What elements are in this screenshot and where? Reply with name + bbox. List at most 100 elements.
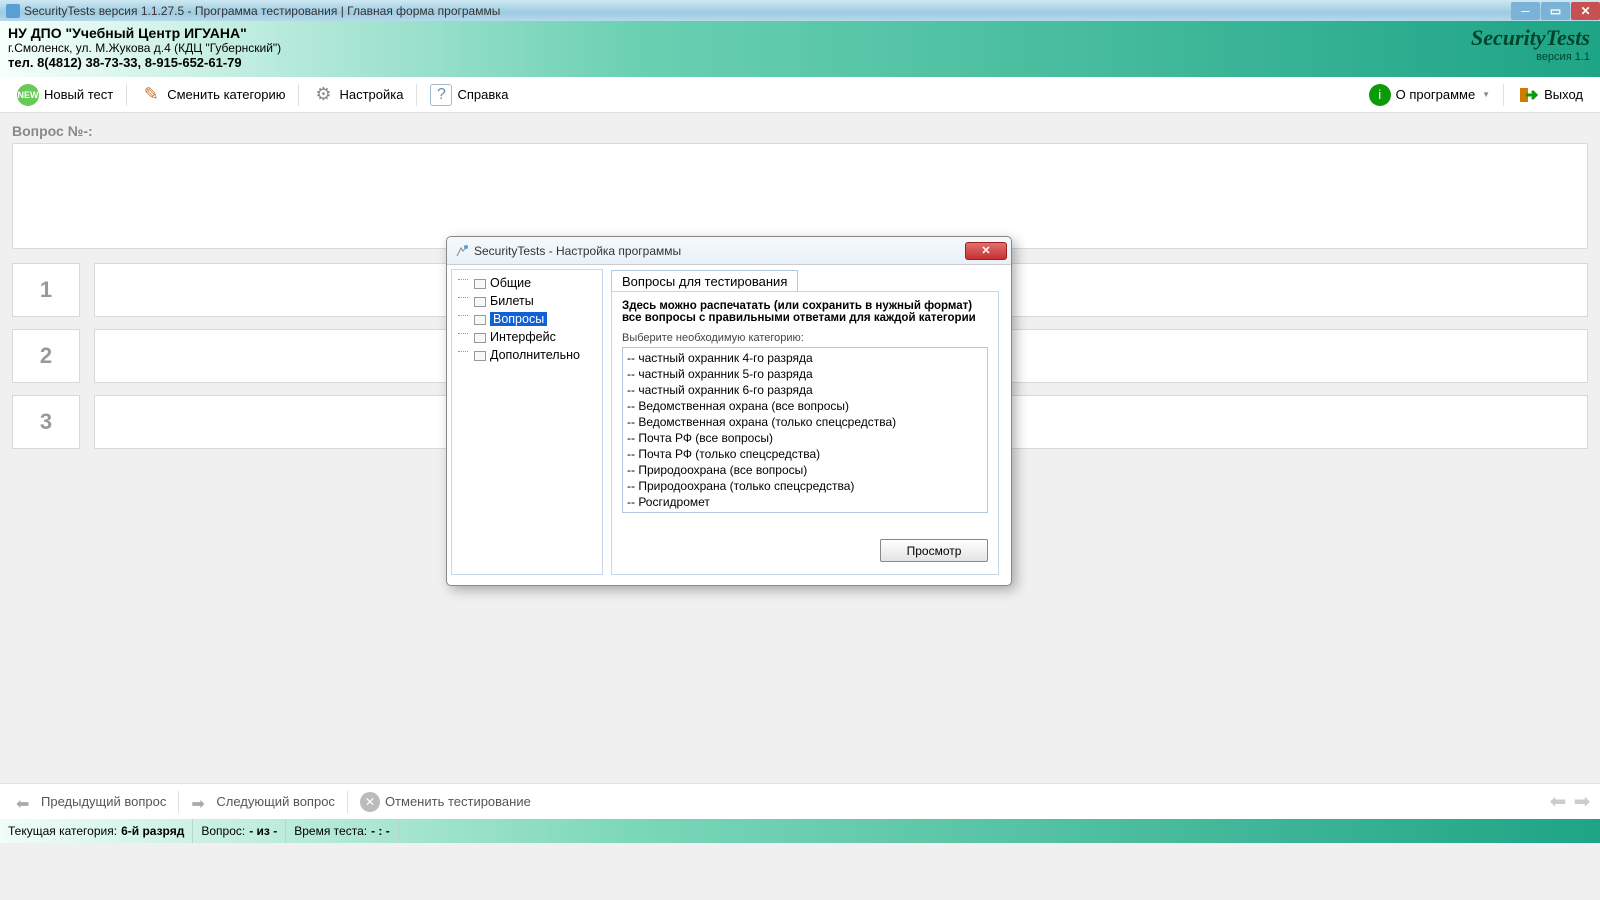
tree-item-label: Общие — [490, 276, 531, 290]
new-icon: NEW — [17, 84, 39, 106]
org-phone: тел. 8(4812) 38-73-33, 8-915-652-61-79 — [8, 55, 281, 70]
new-test-button[interactable]: NEW Новый тест — [6, 81, 124, 109]
app-icon — [6, 4, 20, 18]
page-icon — [474, 333, 486, 343]
status-category: Текущая категория: 6-й разряд — [0, 819, 193, 843]
cancel-test-button[interactable]: ✕ Отменить тестирование — [350, 790, 541, 814]
question-box — [12, 143, 1588, 249]
question-label: Вопрос №-: — [12, 123, 1588, 139]
category-item[interactable]: -- Почта РФ (все вопросы) — [627, 430, 983, 446]
status-q-value: - из - — [249, 824, 277, 838]
page-icon — [474, 351, 486, 361]
status-cat-value: 6-й разряд — [121, 824, 184, 838]
separator — [347, 791, 348, 813]
gear-icon: ⚙ — [312, 84, 334, 106]
about-button[interactable]: i О программе ▼ — [1358, 81, 1501, 109]
brand-block: SecurityTests версия 1.1 — [1471, 25, 1590, 77]
tree-item-билеты[interactable]: Билеты — [454, 292, 600, 310]
dialog-title: SecurityTests - Настройка программы — [474, 244, 965, 258]
settings-dialog: SecurityTests - Настройка программы ✕ Об… — [446, 236, 1012, 586]
settings-label: Настройка — [339, 87, 403, 102]
status-q-label: Вопрос: — [201, 824, 245, 838]
next-question-label: Следующий вопрос — [216, 794, 335, 809]
status-question: Вопрос: - из - — [193, 819, 286, 843]
status-time-value: - : - — [371, 824, 390, 838]
brand-logo: SecurityTests — [1471, 25, 1590, 51]
dialog-icon — [455, 244, 469, 258]
tree-item-дополнительно[interactable]: Дополнительно — [454, 346, 600, 364]
arrow-left-icon: ⬅ — [16, 794, 36, 810]
tab-questions[interactable]: Вопросы для тестирования — [611, 270, 798, 292]
category-item[interactable]: -- Ведомственная охрана (только спецсред… — [627, 414, 983, 430]
page-next-button[interactable]: ➡ — [1570, 792, 1594, 812]
status-cat-label: Текущая категория: — [8, 824, 117, 838]
category-item[interactable]: -- Росгидромет — [627, 494, 983, 510]
help-label: Справка — [457, 87, 508, 102]
window-maximize-button[interactable]: ▭ — [1541, 2, 1570, 20]
page-icon — [474, 279, 486, 289]
page-icon — [474, 315, 486, 325]
close-icon: ✕ — [360, 792, 380, 812]
status-time-label: Время теста: — [294, 824, 367, 838]
arrow-right-icon: ➡ — [191, 794, 211, 810]
separator — [178, 791, 179, 813]
settings-right-pane: Вопросы для тестирования Здесь можно рас… — [603, 269, 1007, 575]
org-info: НУ ДПО "Учебный Центр ИГУАНА" г.Смоленск… — [8, 25, 281, 77]
pencil-icon: ✎ — [140, 84, 162, 106]
tree-item-вопросы[interactable]: Вопросы — [454, 310, 600, 328]
dialog-close-button[interactable]: ✕ — [965, 242, 1007, 260]
separator — [416, 84, 417, 106]
change-category-label: Сменить категорию — [167, 87, 285, 102]
answer-number: 2 — [12, 329, 80, 383]
separator — [298, 84, 299, 106]
separator — [126, 84, 127, 106]
category-listbox[interactable]: -- частный охранник 4-го разряда-- частн… — [622, 347, 988, 513]
new-test-label: Новый тест — [44, 87, 113, 102]
window-close-button[interactable]: ✕ — [1571, 2, 1600, 20]
category-item[interactable]: -- Природоохрана (только спецсредства) — [627, 478, 983, 494]
chevron-down-icon: ▼ — [1482, 90, 1490, 99]
dialog-titlebar[interactable]: SecurityTests - Настройка программы ✕ — [447, 237, 1011, 265]
tree-item-label: Интерфейс — [490, 330, 556, 344]
pane-description: Здесь можно распечатать (или сохранить в… — [622, 300, 988, 324]
window-title: SecurityTests версия 1.1.27.5 - Программ… — [24, 4, 1510, 18]
category-item[interactable]: -- Центробанк, Сбербанк, Инкассация, Спе… — [627, 510, 983, 513]
category-item[interactable]: -- частный охранник 5-го разряда — [627, 366, 983, 382]
help-icon: ? — [430, 84, 452, 106]
next-question-button[interactable]: ➡ Следующий вопрос — [181, 792, 345, 812]
exit-icon — [1517, 84, 1539, 106]
tree-item-общие[interactable]: Общие — [454, 274, 600, 292]
category-item[interactable]: -- Почта РФ (только спецсредства) — [627, 446, 983, 462]
change-category-button[interactable]: ✎ Сменить категорию — [129, 81, 296, 109]
bottom-navbar: ⬅ Предыдущий вопрос ➡ Следующий вопрос ✕… — [0, 783, 1600, 819]
help-button[interactable]: ? Справка — [419, 81, 519, 109]
tree-item-label: Дополнительно — [490, 348, 580, 362]
separator — [1503, 84, 1504, 106]
page-icon — [474, 297, 486, 307]
exit-label: Выход — [1544, 87, 1583, 102]
window-titlebar: SecurityTests версия 1.1.27.5 - Программ… — [0, 0, 1600, 21]
main-toolbar: NEW Новый тест ✎ Сменить категорию ⚙ Нас… — [0, 77, 1600, 113]
tree-item-label: Билеты — [490, 294, 534, 308]
org-address: г.Смоленск, ул. М.Жукова д.4 (КДЦ "Губер… — [8, 41, 281, 55]
select-category-label: Выберите необходимую категорию: — [622, 332, 988, 344]
settings-tree: Общие Билеты Вопросы Интерфейс Дополнительно — [451, 269, 603, 575]
info-icon: i — [1369, 84, 1391, 106]
status-bar: Текущая категория: 6-й разряд Вопрос: - … — [0, 819, 1600, 843]
category-item[interactable]: -- частный охранник 4-го разряда — [627, 350, 983, 366]
exit-button[interactable]: Выход — [1506, 81, 1594, 109]
category-item[interactable]: -- Ведомственная охрана (все вопросы) — [627, 398, 983, 414]
category-item[interactable]: -- частный охранник 6-го разряда — [627, 382, 983, 398]
page-prev-button[interactable]: ⬅ — [1546, 792, 1570, 812]
answer-number: 3 — [12, 395, 80, 449]
settings-button[interactable]: ⚙ Настройка — [301, 81, 414, 109]
category-item[interactable]: -- Природоохрана (все вопросы) — [627, 462, 983, 478]
view-button[interactable]: Просмотр — [880, 539, 988, 562]
window-minimize-button[interactable]: ─ — [1511, 2, 1540, 20]
prev-question-button[interactable]: ⬅ Предыдущий вопрос — [6, 792, 176, 812]
tree-item-интерфейс[interactable]: Интерфейс — [454, 328, 600, 346]
header-band: НУ ДПО "Учебный Центр ИГУАНА" г.Смоленск… — [0, 21, 1600, 77]
prev-question-label: Предыдущий вопрос — [41, 794, 166, 809]
answer-number: 1 — [12, 263, 80, 317]
brand-version: версия 1.1 — [1471, 51, 1590, 63]
